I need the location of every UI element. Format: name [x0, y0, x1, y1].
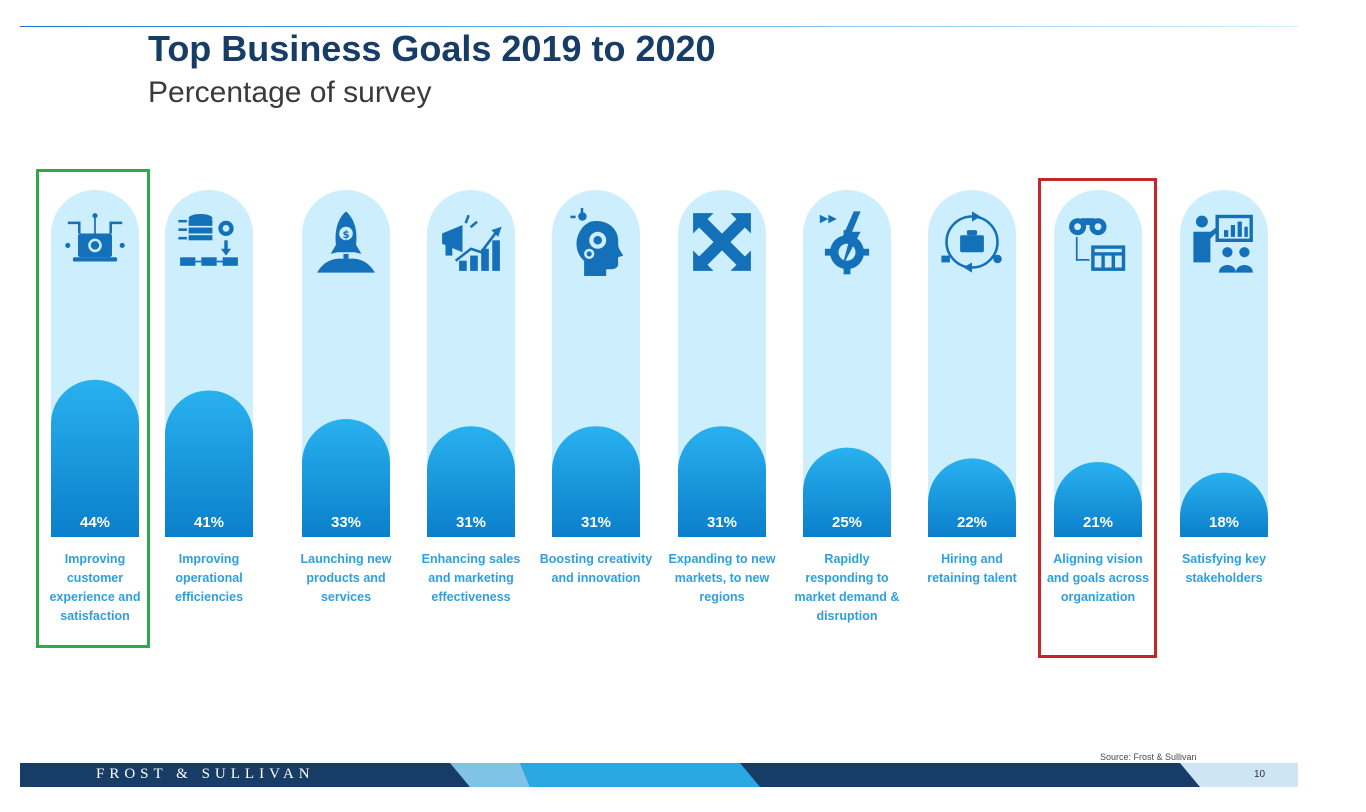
category-label: Satisfying key stakeholders: [1181, 552, 1267, 585]
category-label: Rapidly responding to market demand & di…: [794, 552, 900, 623]
page-number: 10: [1254, 769, 1266, 780]
category-label: Improving operational efficiencies: [174, 552, 244, 604]
value-label: 25%: [832, 514, 862, 531]
category-label: Hiring and retaining talent: [927, 552, 1017, 585]
category-label: Boosting creativity and innovation: [539, 552, 653, 585]
category-label: Launching new products and services: [300, 552, 392, 604]
brand-logo: FROST & SULLIVAN: [96, 766, 315, 782]
highlight-box: [36, 169, 150, 648]
value-label: 41%: [194, 514, 224, 531]
value-label: 31%: [456, 514, 486, 531]
category-label: Expanding to new markets, to new regions: [668, 552, 776, 604]
value-label: 31%: [581, 514, 611, 531]
highlight-box: [1038, 178, 1157, 658]
value-label: 18%: [1209, 514, 1239, 531]
category-label: Enhancing sales and marketing effectiven…: [421, 552, 521, 604]
value-label: 33%: [331, 514, 361, 531]
value-label: 22%: [957, 514, 987, 531]
source-note: Source: Frost & Sullivan: [1100, 752, 1197, 762]
value-label: 31%: [707, 514, 737, 531]
